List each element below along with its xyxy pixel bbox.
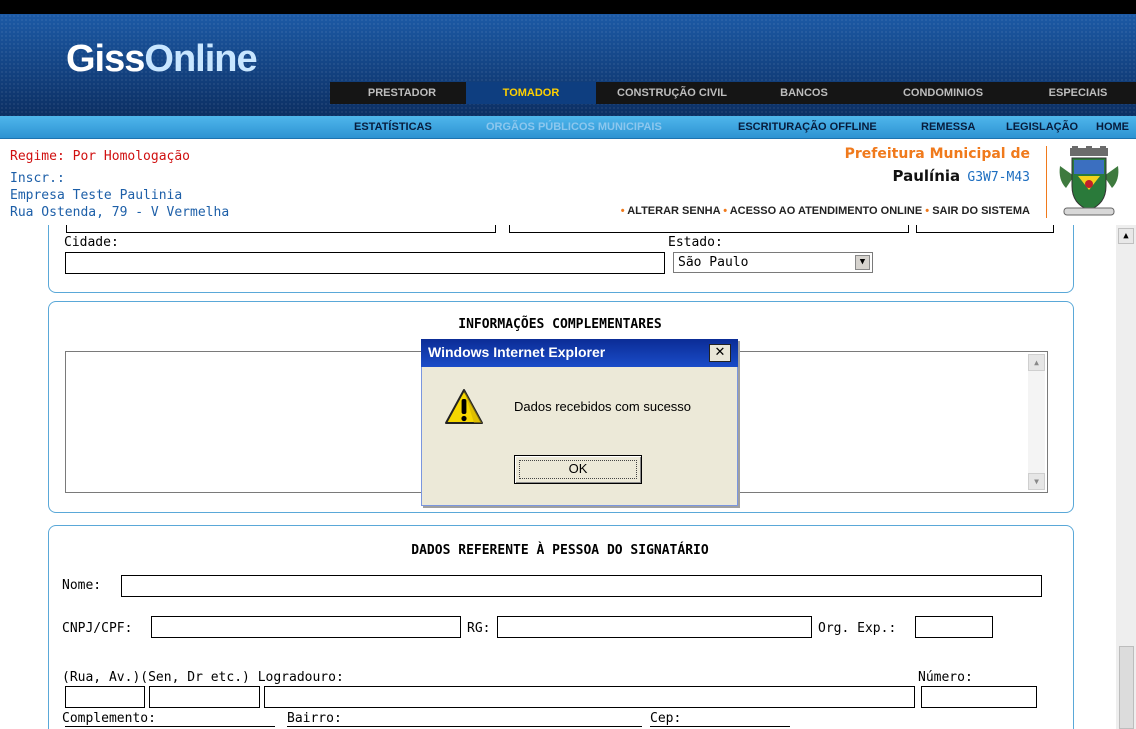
textarea-scroll-up-icon[interactable]: ▲ xyxy=(1028,354,1045,371)
district-input[interactable] xyxy=(509,225,909,233)
complement-label: Complemento: xyxy=(62,711,156,726)
nav-escrituracao-offline[interactable]: ESCRITURAÇÃO OFFLINE xyxy=(738,116,877,138)
city-label: Cidade: xyxy=(64,235,119,250)
name-label: Nome: xyxy=(62,578,102,593)
district-label: Bairro: xyxy=(287,711,342,726)
street-input[interactable] xyxy=(66,225,496,233)
gissonline-logo[interactable]: GissOnline xyxy=(66,38,258,81)
city-crest-icon xyxy=(1059,146,1119,216)
rg-label: RG: xyxy=(467,621,491,636)
tab-condominios[interactable]: CONDOMINIOS xyxy=(880,82,1006,104)
dialog-title: Windows Internet Explorer xyxy=(428,344,606,360)
street-title-label: (Sen, Dr etc.) xyxy=(140,670,250,685)
city-name: Paulínia xyxy=(892,167,961,185)
company-address: Rua Ostenda, 79 - V Vermelha xyxy=(10,205,230,220)
nav-legislacao[interactable]: LEGISLAÇÃO xyxy=(1006,116,1078,138)
close-icon[interactable]: ✕ xyxy=(709,344,731,362)
top-black-bar xyxy=(0,0,1136,14)
logo-text-giss: Giss xyxy=(66,38,145,80)
street-type-input[interactable] xyxy=(65,686,145,708)
cnpj-input[interactable] xyxy=(151,616,461,638)
street-labels: (Rua, Av.)(Sen, Dr etc.) Logradouro: xyxy=(62,670,344,685)
bullet: • xyxy=(723,205,728,217)
number-label: Número: xyxy=(918,670,973,685)
nav-home[interactable]: HOME xyxy=(1096,116,1129,138)
account-links: • ALTERAR SENHA • ACESSO AO ATENDIMENTO … xyxy=(600,205,1030,217)
online-support-link[interactable]: ACESSO AO ATENDIMENTO ONLINE xyxy=(730,205,923,217)
tab-prestador[interactable]: PRESTADOR xyxy=(338,82,466,104)
state-label: Estado: xyxy=(668,235,723,250)
chevron-down-icon[interactable]: ▼ xyxy=(855,255,870,270)
textarea-scrollbar[interactable]: ▲ ▼ xyxy=(1028,354,1045,490)
bullet: • xyxy=(620,205,625,217)
company-name: Empresa Teste Paulinia xyxy=(10,188,183,203)
tab-bancos[interactable]: BANCOS xyxy=(744,82,864,104)
bullet: • xyxy=(925,205,930,217)
nav-remessa[interactable]: REMESSA xyxy=(921,116,975,138)
nav-estatisticas[interactable]: ESTATÍSTICAS xyxy=(354,116,432,138)
inscription-text: Inscr.: xyxy=(10,171,65,186)
cnpj-label: CNPJ/CPF: xyxy=(62,621,133,636)
state-selected-value: São Paulo xyxy=(678,255,749,270)
ok-button[interactable]: OK xyxy=(514,455,642,484)
zip-label: Cep: xyxy=(650,711,682,726)
street-label: Logradouro: xyxy=(257,670,344,685)
regime-text: Regime: Por Homologação xyxy=(10,149,191,164)
nav-orgaos-publicos[interactable]: ORGÃOS PÚBLICOS MUNICIPAIS xyxy=(486,116,662,138)
city-code: G3W7-M43 xyxy=(967,170,1030,185)
tab-especiais[interactable]: ESPECIAIS xyxy=(1026,82,1130,104)
textarea-scroll-down-icon[interactable]: ▼ xyxy=(1028,473,1045,490)
street-title-input[interactable] xyxy=(149,686,260,708)
zip-input[interactable] xyxy=(916,225,1054,233)
header-separator xyxy=(1046,146,1047,218)
org-exp-label: Org. Exp.: xyxy=(818,621,897,636)
dialog-message: Dados recebidos com sucesso xyxy=(514,399,692,414)
signatory-heading: DADOS REFERENTE À PESSOA DO SIGNATÁRIO xyxy=(411,543,709,558)
complementary-heading: INFORMAÇÕES COMPLEMENTARES xyxy=(458,317,662,332)
rg-input[interactable] xyxy=(497,616,812,638)
scrollbar-thumb[interactable] xyxy=(1119,646,1134,729)
scroll-up-icon[interactable]: ▲ xyxy=(1118,228,1134,244)
tab-tomador[interactable]: TOMADOR xyxy=(466,82,596,104)
prefeitura-city: Paulínia G3W7-M43 xyxy=(796,167,1030,185)
change-password-link[interactable]: ALTERAR SENHA xyxy=(627,205,720,217)
street-type-label: (Rua, Av.) xyxy=(62,670,141,685)
warning-icon xyxy=(445,389,483,424)
name-input[interactable] xyxy=(121,575,1042,597)
tab-construcao-civil[interactable]: CONSTRUÇÃO CIVIL xyxy=(600,82,744,104)
logo-text-online: Online xyxy=(144,38,257,80)
street-name-input[interactable] xyxy=(264,686,915,708)
number-input[interactable] xyxy=(921,686,1037,708)
prefeitura-title: Prefeitura Municipal de xyxy=(844,146,1030,162)
org-exp-input[interactable] xyxy=(915,616,993,638)
city-input[interactable] xyxy=(65,252,665,274)
state-select[interactable]: São Paulo ▼ xyxy=(673,252,873,273)
logout-link[interactable]: SAIR DO SISTEMA xyxy=(932,205,1030,217)
